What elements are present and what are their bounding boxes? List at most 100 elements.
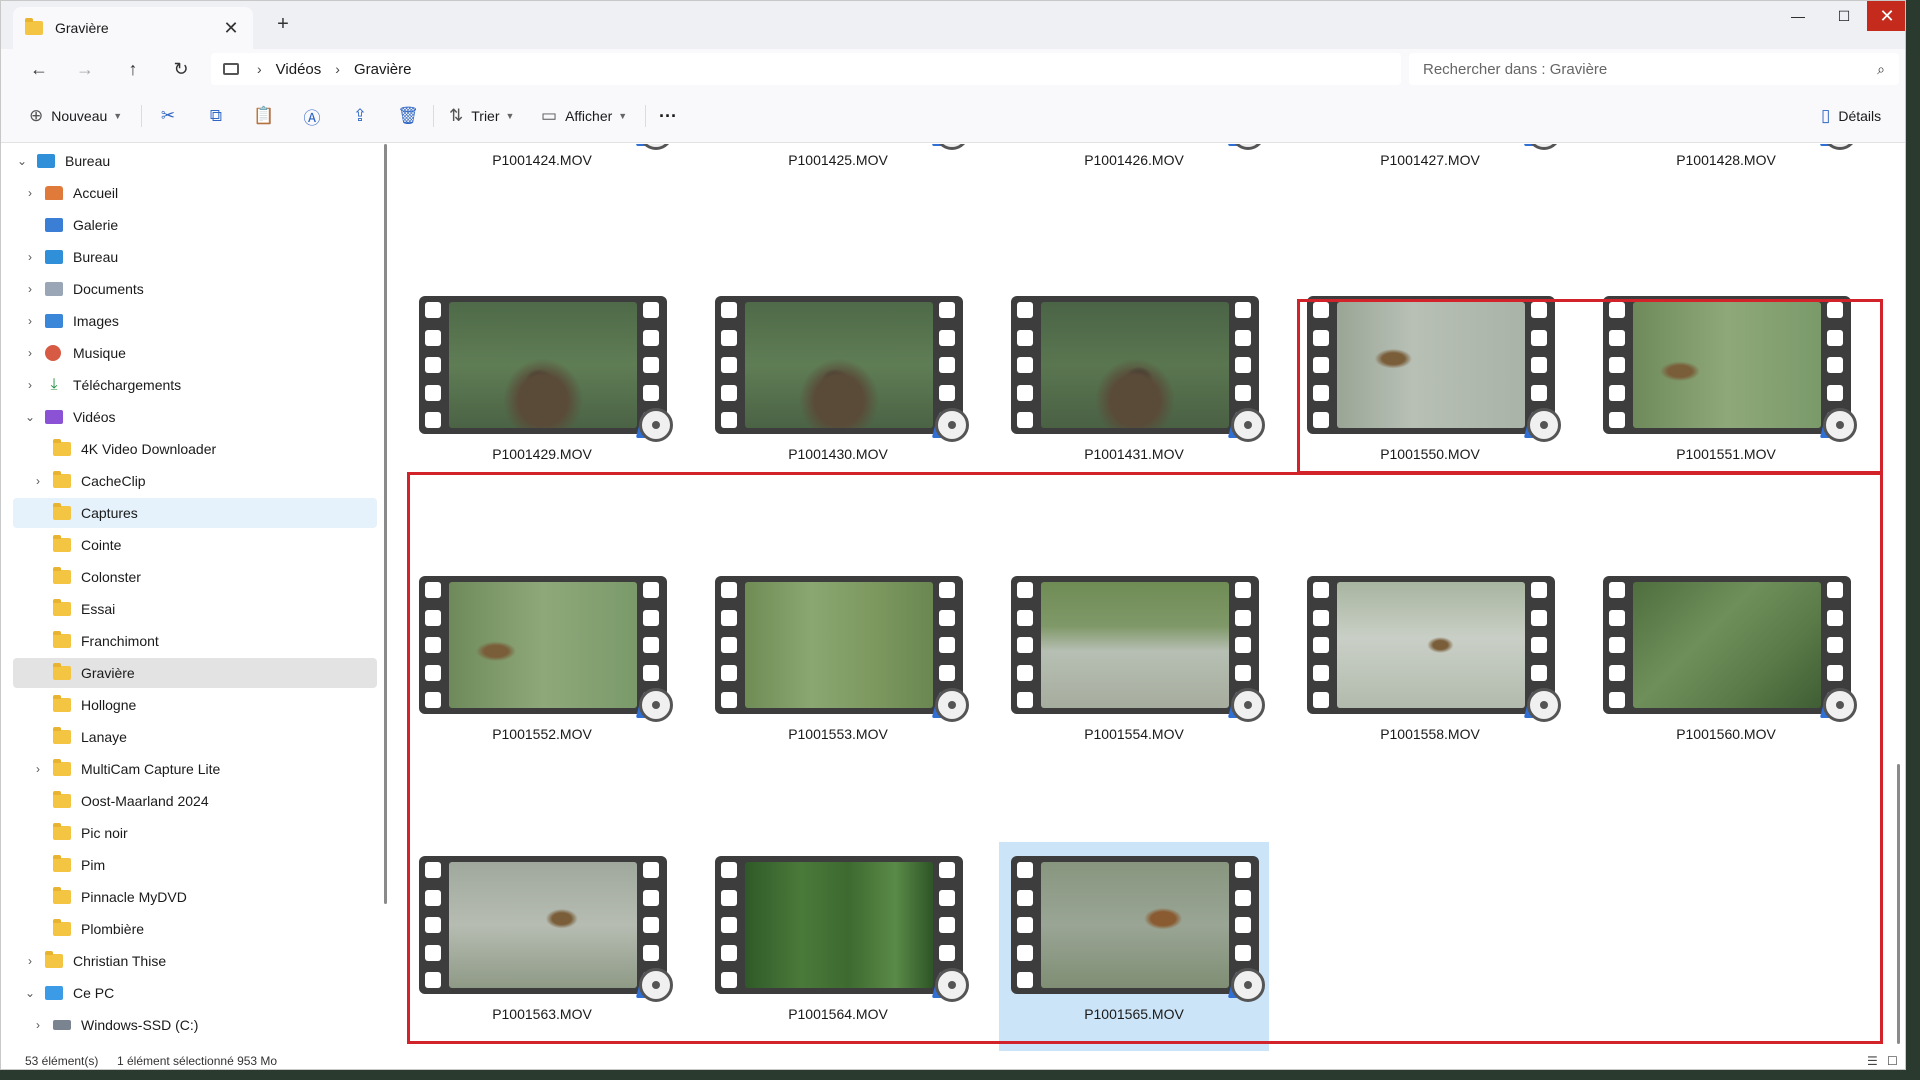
copy-icon[interactable]: ⧉ — [201, 101, 231, 131]
sidebar-item-captures[interactable]: Captures — [13, 498, 377, 528]
chevron-right-icon[interactable]: › — [31, 1018, 45, 1032]
sidebar-item-christian-thise[interactable]: › Christian Thise — [13, 946, 377, 976]
details-view-icon[interactable]: ☰ — [1867, 1054, 1881, 1068]
file-item[interactable]: P1001428.MOV — [1591, 144, 1861, 304]
sidebar-item-cointe[interactable]: Cointe — [13, 530, 377, 560]
sidebar-item-documents[interactable]: › Documents — [13, 274, 377, 304]
chevron-down-icon[interactable]: ⌄ — [15, 154, 29, 168]
chevron-right-icon[interactable]: › — [23, 250, 37, 264]
file-name: P1001431.MOV — [1084, 446, 1184, 462]
minimize-button[interactable]: — — [1775, 1, 1821, 31]
close-window-button[interactable]: ✕ — [1867, 1, 1905, 31]
sidebar-item-lanaye[interactable]: Lanaye — [13, 722, 377, 752]
sidebar-item-cacheclip[interactable]: › CacheClip — [13, 466, 377, 496]
file-item[interactable]: P1001551.MOV — [1591, 282, 1861, 560]
sidebar-item-multicam-capture-lite[interactable]: › MultiCam Capture Lite — [13, 754, 377, 784]
file-item[interactable]: P1001560.MOV — [1591, 562, 1861, 840]
chevron-right-icon[interactable]: › — [23, 346, 37, 360]
share-icon[interactable]: ⇪ — [345, 101, 375, 131]
more-options-button[interactable]: ··· — [659, 101, 677, 131]
film-reel-icon — [929, 402, 969, 442]
chevron-right-icon[interactable]: › — [31, 474, 45, 488]
sidebar-item-bureau[interactable]: ⌄ Bureau — [13, 146, 377, 176]
up-button[interactable]: ↑ — [119, 55, 147, 83]
breadcrumb[interactable]: › Vidéos › Gravière — [211, 53, 1401, 85]
delete-icon[interactable]: 🗑 — [393, 101, 423, 131]
view-button[interactable]: ▭ Afficher ▼ — [541, 101, 627, 131]
file-item[interactable]: P1001427.MOV — [1295, 144, 1565, 304]
sidebar-item-accueil[interactable]: › Accueil — [13, 178, 377, 208]
chevron-right-icon[interactable]: › — [23, 378, 37, 392]
desktop-icon — [45, 250, 63, 264]
cut-icon[interactable]: ✂ — [153, 101, 183, 131]
close-tab-icon[interactable]: ✕ — [221, 18, 241, 39]
sidebar-item-label: Oost-Maarland 2024 — [81, 793, 209, 809]
paste-icon[interactable]: 📋 — [249, 101, 279, 131]
sidebar-item-label: Documents — [73, 281, 144, 297]
scrollbar[interactable] — [1897, 764, 1900, 1044]
file-item[interactable]: P1001550.MOV — [1295, 282, 1565, 560]
thumbnail-view-icon[interactable]: ☐ — [1887, 1054, 1901, 1068]
sidebar-item-plombi-re[interactable]: Plombière — [13, 914, 377, 944]
sidebar-item-windows-ssd-c-[interactable]: › Windows-SSD (C:) — [13, 1010, 377, 1040]
new-button[interactable]: ⊕ Nouveau ▼ — [29, 101, 122, 131]
search-input[interactable]: Rechercher dans : Gravière ⌕ — [1409, 53, 1899, 85]
sort-button[interactable]: ⇅ Trier ▼ — [449, 101, 514, 131]
sidebar-item-vid-os[interactable]: ⌄ Vidéos — [13, 402, 377, 432]
sidebar-item-t-l-chargements[interactable]: › ⤓ Téléchargements — [13, 370, 377, 400]
file-item[interactable]: P1001565.MOV — [999, 842, 1269, 1051]
sidebar-item-galerie[interactable]: Galerie — [13, 210, 377, 240]
tab-graviere[interactable]: Gravière ✕ — [13, 7, 253, 49]
chevron-down-icon[interactable]: ⌄ — [23, 986, 37, 1000]
new-tab-button[interactable]: + — [271, 13, 295, 36]
sidebar-item-oost-maarland-2024[interactable]: Oost-Maarland 2024 — [13, 786, 377, 816]
refresh-button[interactable]: ↻ — [167, 55, 195, 83]
chevron-right-icon[interactable]: › — [31, 762, 45, 776]
file-item[interactable]: P1001429.MOV — [407, 282, 677, 560]
video-thumbnail — [715, 296, 969, 442]
file-item[interactable]: P1001430.MOV — [703, 282, 973, 560]
address-bar: ← → ↑ ↻ › Vidéos › Gravière Rechercher d… — [1, 49, 1905, 89]
chevron-right-icon[interactable]: › — [23, 186, 37, 200]
file-item[interactable]: P1001553.MOV — [703, 562, 973, 840]
file-item[interactable]: P1001554.MOV — [999, 562, 1269, 840]
file-item[interactable]: P1001426.MOV — [999, 144, 1269, 304]
sidebar-item-musique[interactable]: › Musique — [13, 338, 377, 368]
file-item[interactable]: P1001563.MOV — [407, 842, 677, 1051]
chevron-right-icon[interactable]: › — [23, 282, 37, 296]
sidebar-item-4k-video-downloader[interactable]: 4K Video Downloader — [13, 434, 377, 464]
sidebar-item-ce-pc[interactable]: ⌄ Ce PC — [13, 978, 377, 1008]
maximize-button[interactable]: ☐ — [1821, 1, 1867, 31]
file-item[interactable]: P1001424.MOV — [407, 144, 677, 304]
chevron-right-icon[interactable]: › — [23, 314, 37, 328]
sidebar-item-gravi-re[interactable]: Gravière — [13, 658, 377, 688]
sidebar-item-pic-noir[interactable]: Pic noir — [13, 818, 377, 848]
sidebar-item-essai[interactable]: Essai — [13, 594, 377, 624]
back-button[interactable]: ← — [25, 55, 53, 83]
breadcrumb-graviere[interactable]: Gravière — [354, 61, 412, 78]
video-preview-image — [1633, 302, 1821, 428]
film-reel-icon — [929, 682, 969, 722]
chevron-right-icon[interactable]: › — [23, 954, 37, 968]
sidebar-item-images[interactable]: › Images — [13, 306, 377, 336]
chevron-down-icon[interactable]: ⌄ — [23, 410, 37, 424]
breadcrumb-videos[interactable]: Vidéos — [276, 61, 322, 78]
forward-button[interactable]: → — [71, 55, 99, 83]
sidebar-item-pim[interactable]: Pim — [13, 850, 377, 880]
sidebar-item-bureau[interactable]: › Bureau — [13, 242, 377, 272]
rename-icon[interactable]: Ⓐ — [297, 101, 327, 131]
sort-icon: ⇅ — [449, 106, 464, 125]
file-item[interactable]: P1001564.MOV — [703, 842, 973, 1051]
sidebar-item-franchimont[interactable]: Franchimont — [13, 626, 377, 656]
file-name: P1001427.MOV — [1380, 152, 1480, 168]
file-item[interactable]: P1001425.MOV — [703, 144, 973, 304]
file-name: P1001428.MOV — [1676, 152, 1776, 168]
file-item[interactable]: P1001552.MOV — [407, 562, 677, 840]
file-item[interactable]: P1001431.MOV — [999, 282, 1269, 560]
sidebar-item-pinnacle-mydvd[interactable]: Pinnacle MyDVD — [13, 882, 377, 912]
folder-icon — [53, 599, 71, 616]
details-button[interactable]: ▯ Détails — [1821, 101, 1881, 131]
sidebar-item-hollogne[interactable]: Hollogne — [13, 690, 377, 720]
file-item[interactable]: P1001558.MOV — [1295, 562, 1565, 840]
sidebar-item-colonster[interactable]: Colonster — [13, 562, 377, 592]
